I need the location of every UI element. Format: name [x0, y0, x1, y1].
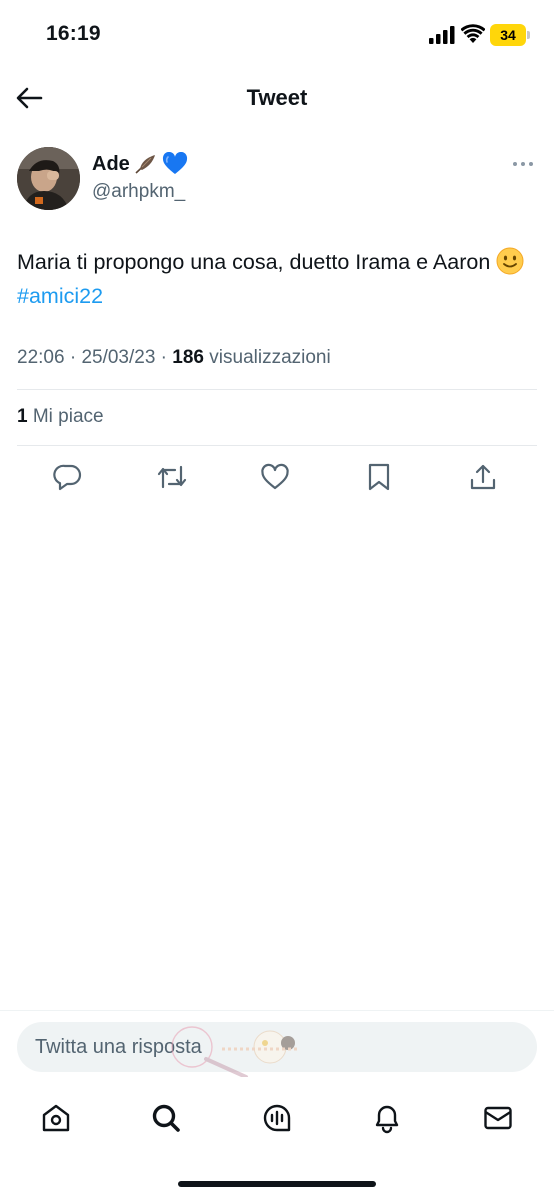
more-options-icon[interactable]: [510, 154, 536, 174]
tweet-meta: 22:06 · 25/03/23 · 186 visualizzazioni: [17, 347, 331, 368]
feather-emoji-icon: [135, 155, 155, 174]
spaces-icon[interactable]: [259, 1100, 295, 1136]
tweet-text: Maria ti propongo una cosa, duetto Irama…: [17, 245, 537, 313]
reply-icon[interactable]: [51, 460, 85, 494]
messages-icon[interactable]: [480, 1100, 516, 1136]
blue-heart-emoji-icon: [162, 152, 187, 174]
divider: [17, 445, 537, 446]
signal-icon: [429, 26, 455, 44]
likes-row[interactable]: 1 Mi piace: [17, 406, 104, 428]
author-name[interactable]: Ade: [92, 153, 130, 176]
tweet-text-body: Maria ti propongo una cosa, duetto Irama…: [17, 250, 497, 274]
wifi-icon: [461, 24, 485, 43]
author-handle: @arhpkm_: [92, 181, 186, 202]
battery-cap: [527, 31, 530, 39]
header: Tweet: [0, 70, 554, 126]
tweet-date: 25/03/23: [81, 347, 156, 368]
slightly-smiling-face-emoji-icon: [496, 247, 524, 275]
divider: [17, 389, 537, 390]
page-title: Tweet: [246, 85, 308, 110]
like-icon[interactable]: [258, 460, 292, 494]
status-time: 16:19: [46, 22, 101, 45]
notifications-icon[interactable]: [369, 1100, 405, 1136]
tweet-actions: [0, 460, 554, 496]
likes-label: Mi piace: [32, 406, 104, 427]
battery-indicator: 34: [490, 24, 526, 46]
retweet-icon[interactable]: [155, 460, 189, 494]
likes-count: 1: [17, 406, 28, 427]
hashtag-link[interactable]: #amici22: [17, 284, 103, 308]
views-label: visualizzazioni: [209, 347, 331, 368]
bookmark-icon[interactable]: [362, 460, 396, 494]
share-icon[interactable]: [466, 460, 500, 494]
views-count: 186: [172, 347, 204, 368]
status-bar: 16:19 34: [0, 0, 554, 70]
tab-bar: [0, 1090, 554, 1150]
home-indicator: [178, 1181, 376, 1187]
author-display-name: Ade: [92, 152, 188, 176]
tweet-time: 22:06: [17, 347, 65, 368]
sticker-overlay: [171, 1026, 298, 1077]
divider: [0, 1010, 554, 1011]
avatar[interactable]: [17, 147, 80, 210]
home-icon[interactable]: [38, 1100, 74, 1136]
search-icon[interactable]: [148, 1100, 184, 1136]
